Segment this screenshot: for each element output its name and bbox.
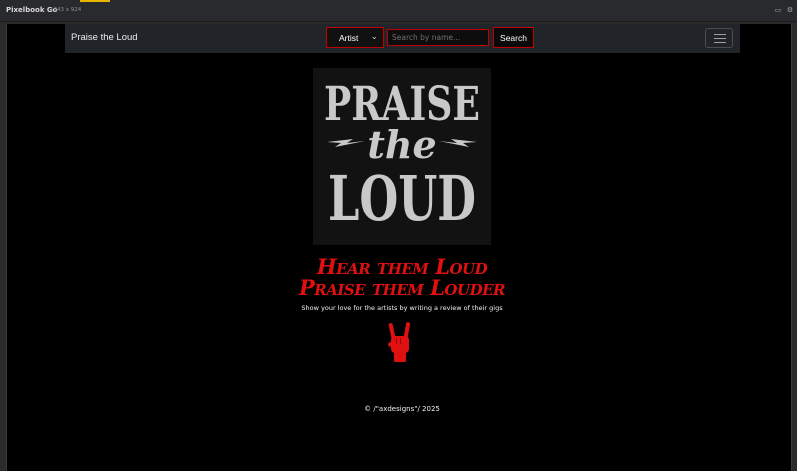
menu-toggle-button[interactable] — [705, 28, 733, 48]
footer-copyright: © /"axdesigns"/ 2025 — [364, 405, 440, 413]
logo-line-3: LOUD — [328, 162, 476, 235]
rock-on-hand-icon — [388, 322, 411, 362]
logo-line-2: the — [367, 122, 436, 167]
tagline: Show your love for the artists by writin… — [301, 304, 503, 312]
headline-line-2: Praise them Louder — [299, 275, 506, 300]
devtool-toolbar: Pixelbook Go 1643 x 924 ▭ ⚙ — [0, 0, 797, 22]
filter-select[interactable]: Artist ⌄ — [326, 27, 384, 48]
device-dimensions: 1643 x 924 — [50, 7, 82, 13]
brand-link[interactable]: Praise the Loud — [71, 32, 138, 43]
window-icon[interactable]: ▭ — [774, 6, 782, 14]
navbar: Praise the Loud Artist ⌄ Search — [65, 24, 740, 53]
active-device-indicator — [80, 0, 110, 2]
page-viewport: Praise the Loud Artist ⌄ Search PRAISE t… — [6, 24, 792, 471]
filter-select-value: Artist — [339, 33, 359, 43]
praise-the-loud-logo: PRAISE the LOUD — [313, 68, 491, 245]
search-input[interactable] — [387, 29, 489, 46]
settings-icon[interactable]: ⚙ — [786, 6, 794, 14]
chevron-down-icon: ⌄ — [371, 32, 378, 41]
search-button[interactable]: Search — [493, 27, 534, 48]
